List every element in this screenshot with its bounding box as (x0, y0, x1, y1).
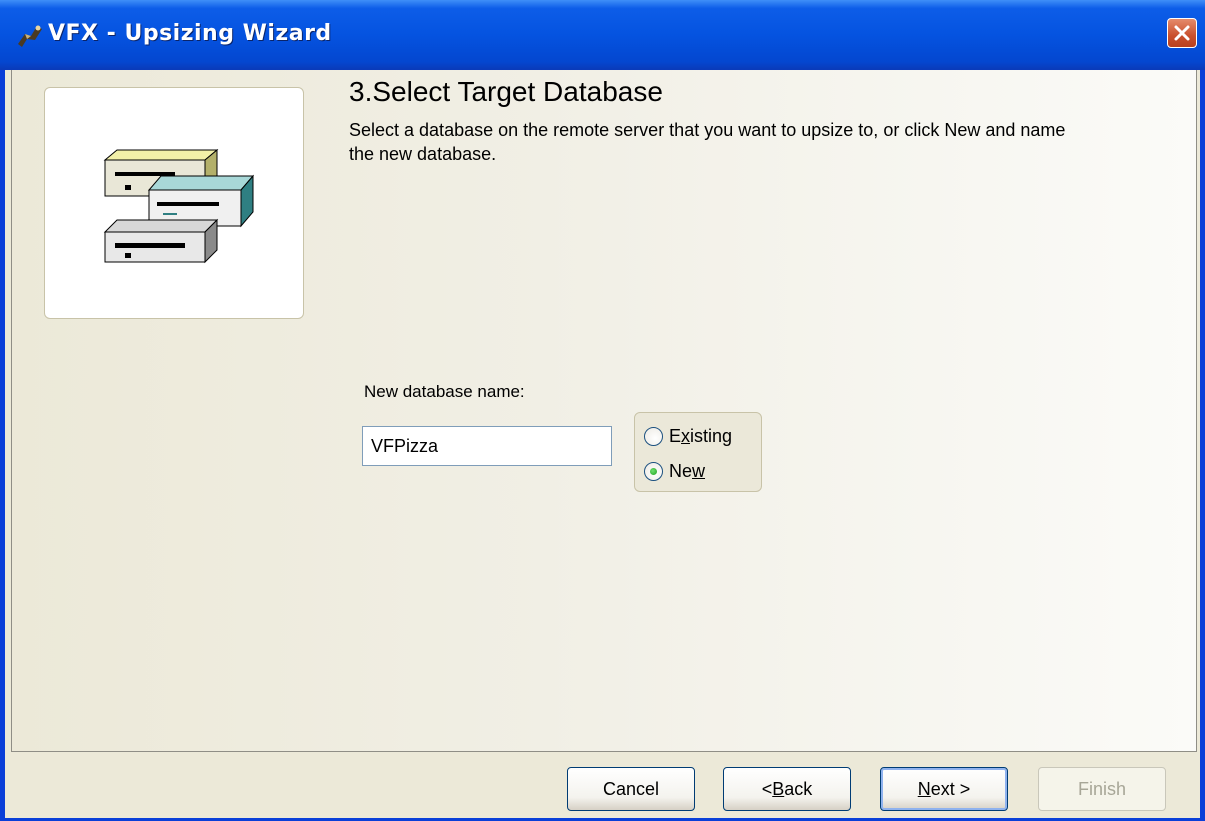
step-panel: 3.Select Target Database Select a databa… (11, 70, 1197, 752)
step-heading: 3.Select Target Database (349, 76, 663, 107)
radio-unchecked-icon[interactable] (644, 427, 663, 446)
new-radio[interactable]: New (644, 461, 705, 482)
existing-radio[interactable]: Existing (644, 426, 732, 447)
app-icon (18, 25, 42, 47)
radio-checked-icon[interactable] (644, 462, 663, 481)
wizard-window: VFX - Upsizing Wizard 3.Select Target Da… (0, 0, 1205, 821)
new-database-name-label: New database name: (364, 382, 525, 401)
window-title: VFX - Upsizing Wizard (48, 21, 332, 46)
title-bar[interactable]: VFX - Upsizing Wizard (0, 0, 1205, 70)
step-description: Select a database on the remote server t… (349, 120, 1066, 164)
close-icon (1174, 25, 1190, 41)
new-radio-label: New (669, 461, 706, 481)
illustration-frame (44, 87, 304, 319)
database-mode-group: Existing New (634, 412, 762, 492)
back-button[interactable]: < Back (723, 767, 851, 811)
database-name-input[interactable] (362, 426, 612, 466)
database-servers-icon (103, 148, 255, 264)
next-button[interactable]: Next > (880, 767, 1008, 811)
finish-button[interactable]: Finish (1038, 767, 1166, 811)
client-area: 3.Select Target Database Select a databa… (5, 70, 1200, 818)
close-button[interactable] (1167, 18, 1197, 48)
existing-radio-label: Existing (669, 426, 733, 446)
cancel-button[interactable]: Cancel (567, 767, 695, 811)
